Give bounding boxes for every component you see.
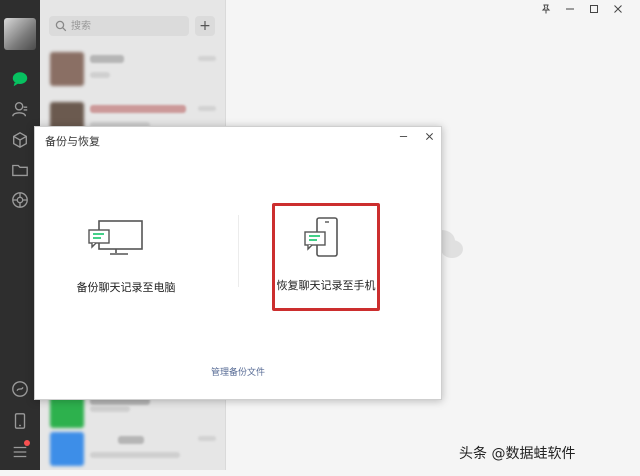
dialog-title: 备份与恢复 [45,135,100,148]
restore-to-phone-button[interactable]: 恢复聊天记录至手机 [272,203,380,311]
avatar[interactable] [4,18,36,50]
close-icon[interactable] [421,129,437,143]
phone-chat-icon [304,217,338,257]
maximize-icon[interactable] [582,2,606,16]
restore-to-phone-label: 恢复聊天记录至手机 [276,279,376,292]
notification-dot [24,440,30,446]
chat-name [118,436,144,444]
list-item[interactable] [40,424,225,476]
contacts-icon[interactable] [9,98,31,120]
chat-time [198,106,216,111]
chat-time [198,56,216,61]
favorites-cube-icon[interactable] [9,129,31,151]
wechat-window: + [0,0,640,470]
computer-chat-icon [88,220,143,255]
backup-to-pc-button[interactable]: 备份聊天记录至电脑 [72,203,180,311]
moments-icon[interactable] [9,189,31,211]
watermark: 头条 @数据蛙软件 [459,446,576,462]
backup-to-pc-label: 备份聊天记录至电脑 [76,281,176,294]
search-input[interactable] [71,16,181,36]
pin-icon[interactable] [534,2,558,16]
list-item[interactable] [40,44,225,96]
avatar [50,432,84,466]
minimize-icon[interactable] [558,2,582,16]
add-button[interactable]: + [195,16,215,36]
chat-preview [90,452,180,458]
chat-preview [90,72,110,78]
manage-backup-files-link[interactable]: 管理备份文件 [35,365,441,378]
close-icon[interactable] [606,2,630,16]
chat-time [198,436,216,441]
search-box[interactable] [49,16,189,36]
search-icon [55,20,67,32]
phone-icon[interactable] [9,410,31,432]
chat-name [90,55,124,63]
window-controls [534,2,630,16]
divider [238,215,239,287]
chat-icon[interactable] [9,68,31,90]
mini-program-icon[interactable] [9,378,31,400]
backup-restore-dialog: 备份与恢复 备份聊天记录至电脑 恢复聊天记录至手机 管理备份文件 [34,126,442,400]
chat-preview [90,406,130,412]
avatar [50,52,84,86]
folder-icon[interactable] [9,159,31,181]
chat-name [90,105,186,113]
minimize-icon[interactable] [395,129,411,143]
